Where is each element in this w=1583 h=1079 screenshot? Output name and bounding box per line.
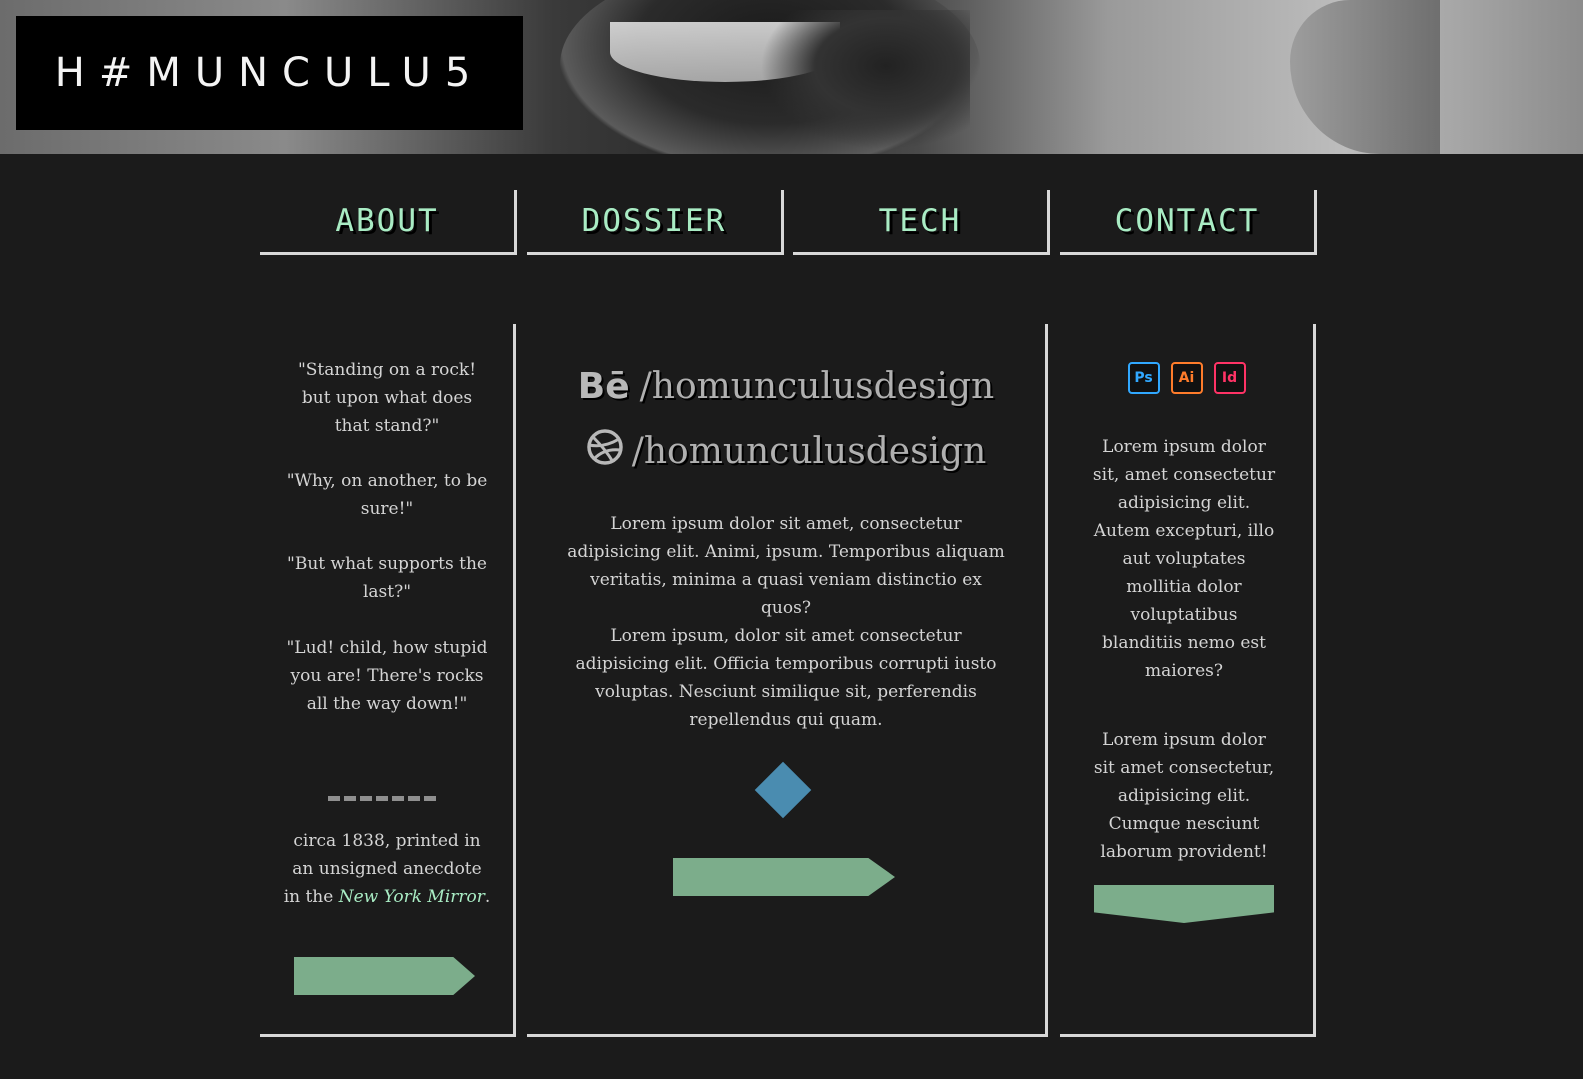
logo[interactable]: H#MUNCULU5 (16, 16, 523, 130)
illustrator-icon: Ai (1170, 362, 1203, 394)
contact-paragraph-2: Lorem ipsum dolor sit amet consectetur, … (1093, 730, 1275, 862)
behance-handle: /homunculusdesign (639, 366, 995, 407)
quote-1: "Standing on a rock! but upon what does … (297, 360, 477, 436)
nav-tab-label: DOSSIER (581, 203, 727, 239)
about-arrow-button[interactable] (294, 957, 475, 995)
hero-banner: H#MUNCULU5 (0, 0, 1583, 154)
dribbble-link[interactable]: /homunculusdesign (527, 428, 1045, 475)
contact-down-button[interactable] (1094, 885, 1274, 923)
citation: circa 1838, printed in an unsigned anecd… (282, 827, 492, 911)
contact-column: Ps Ai Id Lorem ipsum dolor sit, amet con… (1060, 324, 1316, 1037)
behance-icon: Bē (577, 366, 630, 407)
nav-tab-contact[interactable]: CONTACT (1060, 190, 1317, 255)
quote-3: "But what supports the last?" (287, 554, 487, 602)
dossier-column: Bē /homunculusdesign /homunculusdesign L… (527, 324, 1048, 1037)
behance-link[interactable]: Bē /homunculusdesign (527, 366, 1045, 407)
quote-2: "Why, on another, to be sure!" (286, 471, 488, 519)
about-column: "Standing on a rock! but upon what does … (260, 324, 516, 1037)
logo-text: H#MUNCULU5 (54, 50, 485, 96)
nav-tab-label: TECH (878, 203, 962, 239)
app-icons: Ps Ai Id (1060, 362, 1313, 394)
citation-source: New York Mirror (338, 887, 485, 907)
quote-4: "Lud! child, how stupid you are! There's… (286, 638, 488, 714)
dribbble-handle: /homunculusdesign (631, 431, 987, 472)
dossier-paragraph-2: Lorem ipsum, dolor sit amet consectetur … (575, 626, 997, 730)
nav-tab-tech[interactable]: TECH (793, 190, 1050, 255)
indesign-icon: Id (1213, 362, 1246, 394)
dashed-divider (328, 796, 440, 801)
diamond-ornament (754, 761, 812, 819)
citation-suffix: . (484, 887, 491, 907)
dribbble-icon (586, 428, 624, 475)
hero-photo-bird (760, 10, 970, 150)
nav-tab-dossier[interactable]: DOSSIER (527, 190, 784, 255)
contact-paragraph-1: Lorem ipsum dolor sit, amet consectetur … (1092, 437, 1276, 681)
photoshop-icon: Ps (1127, 362, 1160, 394)
nav-tab-about[interactable]: ABOUT (260, 190, 517, 255)
hero-photo-ear (1290, 0, 1440, 154)
dossier-arrow-button[interactable] (673, 858, 895, 896)
nav-tab-label: CONTACT (1114, 203, 1260, 239)
dossier-paragraph-1: Lorem ipsum dolor sit amet, consectetur … (567, 514, 1005, 618)
nav-tab-label: ABOUT (335, 203, 439, 239)
